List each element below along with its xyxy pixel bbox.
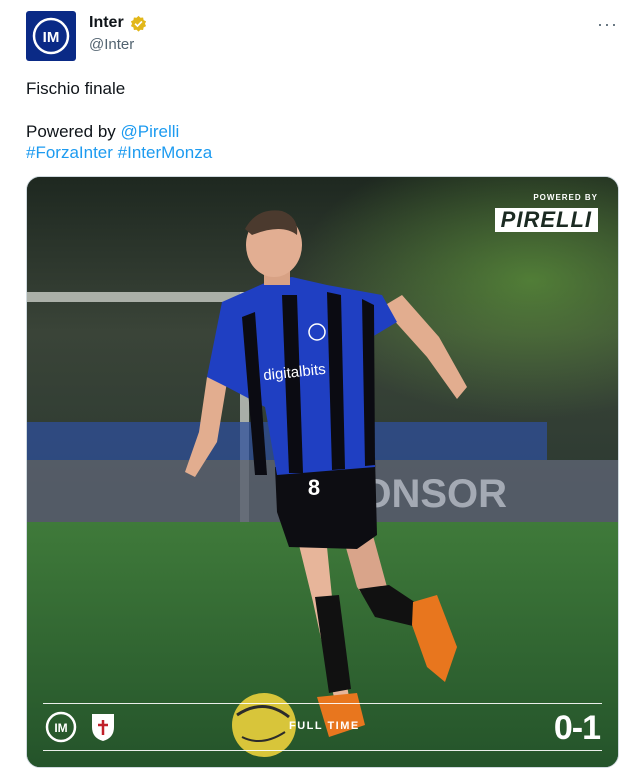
avatar[interactable]: IM xyxy=(26,11,76,61)
tweet-media-photo[interactable]: SPONSOR 8 digitalbits POWERED BY PIRELLI… xyxy=(26,176,619,768)
svg-text:IM: IM xyxy=(54,721,67,735)
tweet-powered-line: Powered by @Pirelli xyxy=(26,122,179,142)
sponsor-overlay: POWERED BY PIRELLI xyxy=(494,193,598,232)
account-name[interactable]: Inter xyxy=(89,14,124,32)
account-name-row[interactable]: Inter xyxy=(89,14,147,32)
powered-prefix: Powered by xyxy=(26,122,121,141)
hashtag-link[interactable]: #ForzaInter xyxy=(26,143,113,162)
pirelli-logo: PIRELLI xyxy=(494,207,598,232)
verified-badge-icon xyxy=(130,15,146,32)
inter-crest-icon: IM xyxy=(45,711,77,743)
pirelli-logo-text: IRELLI xyxy=(516,207,592,232)
divider xyxy=(43,750,602,751)
more-horizontal-icon[interactable]: ··· xyxy=(597,14,618,35)
monza-crest-icon xyxy=(87,711,119,743)
mention-link[interactable]: @Pirelli xyxy=(121,122,180,141)
account-handle[interactable]: @Inter xyxy=(89,36,134,53)
tweet-hashtags-line: #ForzaInter #InterMonza xyxy=(26,143,212,163)
match-photo: SPONSOR 8 digitalbits xyxy=(27,177,618,767)
divider xyxy=(43,703,602,704)
svg-text:IM: IM xyxy=(43,29,60,46)
match-status: FULL TIME xyxy=(289,720,360,732)
powered-by-label: POWERED BY xyxy=(533,193,598,202)
match-score: 0-1 xyxy=(553,709,601,747)
score-bar: IM FULL TIME 0-1 xyxy=(43,703,602,751)
tweet-card: IM Inter @Inter ··· Fischio finale Power… xyxy=(0,0,640,772)
inter-logo-icon: IM xyxy=(32,17,70,55)
shorts-number: 8 xyxy=(308,475,320,500)
tweet-text-line: Fischio finale xyxy=(26,79,126,98)
hashtag-link[interactable]: #InterMonza xyxy=(118,143,213,162)
